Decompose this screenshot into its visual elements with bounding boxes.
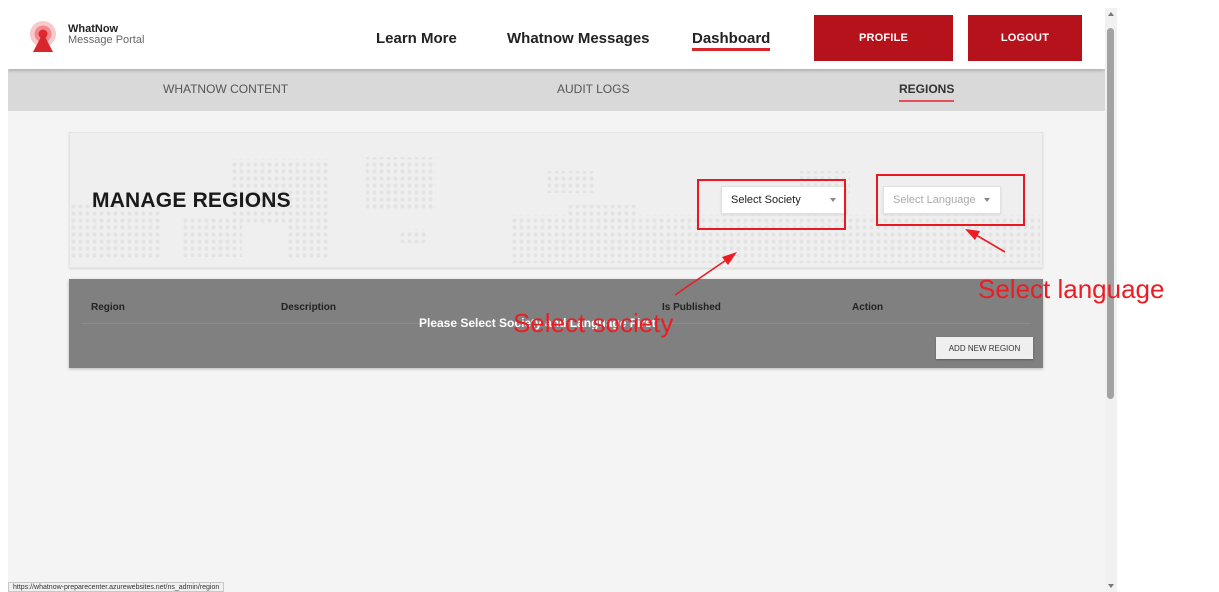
sub-navigation: WHATNOW CONTENT AUDIT LOGS REGIONS — [8, 69, 1105, 111]
annotation-box-society — [697, 179, 846, 230]
annotation-box-language — [876, 174, 1025, 226]
scroll-up-icon[interactable] — [1108, 12, 1114, 16]
logo[interactable]: WhatNow Message Portal — [28, 19, 168, 59]
page-title: MANAGE REGIONS — [92, 189, 291, 212]
nav-dashboard[interactable]: Dashboard — [692, 30, 771, 51]
nav-learn-more[interactable]: Learn More — [376, 30, 457, 47]
add-new-region-button[interactable]: ADD NEW REGION — [936, 337, 1033, 359]
logo-subtitle: Message Portal — [68, 34, 145, 46]
top-header: WhatNow Message Portal Learn More Whatno… — [8, 8, 1105, 69]
tab-regions[interactable]: REGIONS — [899, 82, 955, 102]
broadcast-logo-icon — [30, 21, 56, 52]
scroll-down-icon[interactable] — [1108, 584, 1114, 588]
profile-button[interactable]: PROFILE — [814, 15, 953, 61]
page: WhatNow Message Portal Learn More Whatno… — [8, 8, 1105, 592]
scrollbar-thumb[interactable] — [1107, 28, 1114, 399]
status-bar-url: https://whatnow-preparecenter.azurewebsi… — [8, 582, 225, 592]
annotation-label-select-society: Select society — [513, 308, 674, 338]
browser-viewport: WhatNow Message Portal Learn More Whatno… — [0, 0, 1219, 592]
column-header-action: Action — [852, 302, 884, 313]
annotation-label-select-language: Select language — [978, 274, 1165, 304]
column-header-region: Region — [91, 302, 125, 313]
logout-button[interactable]: LOGOUT — [968, 15, 1082, 61]
tab-whatnow-content[interactable]: WHATNOW CONTENT — [163, 82, 288, 96]
tab-audit-logs[interactable]: AUDIT LOGS — [557, 82, 629, 96]
column-header-description: Description — [281, 302, 337, 313]
nav-whatnow-messages[interactable]: Whatnow Messages — [507, 30, 650, 47]
